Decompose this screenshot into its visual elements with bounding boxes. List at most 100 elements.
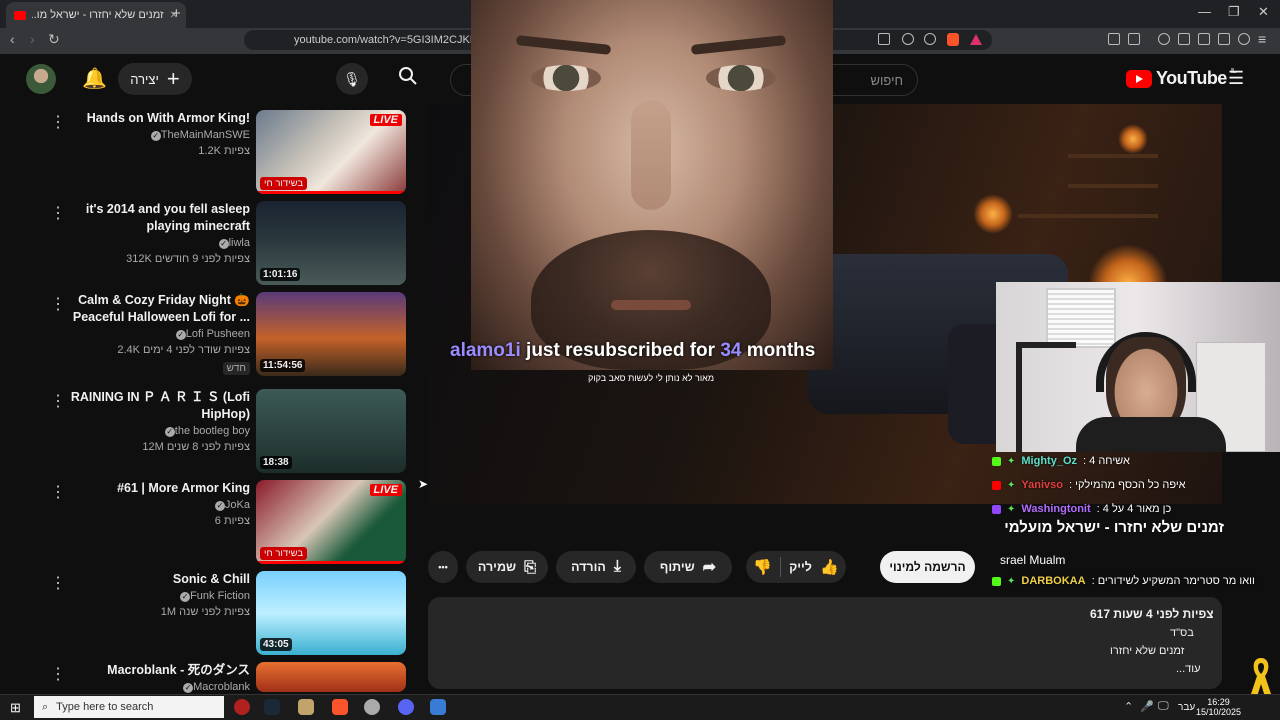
app3-icon[interactable] (430, 699, 446, 715)
more-options-icon[interactable]: ⋮ (50, 112, 66, 132)
chat-badge-icon: ✦ (1007, 479, 1016, 491)
video-title[interactable]: #61 | More Armor King (70, 480, 250, 497)
video-thumbnail[interactable]: 11:54:56 (256, 292, 406, 376)
youtube-logo[interactable]: YouTube IL (1126, 68, 1237, 89)
video-thumbnail[interactable]: בשידור חי LIVE (256, 110, 406, 194)
like-label[interactable]: לייק (789, 560, 812, 574)
video-title[interactable]: Macroblank - 死のダンス (70, 662, 250, 679)
brave-taskbar-icon[interactable] (332, 699, 348, 715)
subscribe-button[interactable]: הרשמה למינוי (880, 551, 975, 583)
network-icon[interactable]: 🖵 (1158, 700, 1169, 713)
video-thumbnail[interactable] (256, 662, 406, 692)
video-title[interactable]: RAINING IN Ｐ Ａ Ｒ Ｉ Ｓ (Lofi HipHop) (70, 389, 250, 423)
video-title[interactable]: Calm & Cozy Friday Night 🎃 Peaceful Hall… (70, 292, 250, 326)
cast-icon[interactable] (878, 33, 890, 45)
brave-rewards-icon[interactable] (970, 34, 982, 45)
chat-text: : וואו מר סטרימר המשקיע לשידורים (1091, 575, 1255, 587)
overlay-more-link[interactable]: ...עוד (1176, 663, 1201, 675)
more-options-icon[interactable]: ⋮ (50, 203, 66, 223)
channel-label[interactable]: JoKa (225, 499, 250, 511)
avatar[interactable] (26, 64, 56, 94)
chat-badge-icon: ✦ (1007, 455, 1016, 467)
more-options-icon[interactable]: ⋮ (50, 664, 66, 684)
chat-badge-icon: ✦ (1007, 503, 1016, 515)
browser-tab[interactable]: זמנים שלא יחזרו - ישראל מו... ✕ (6, 2, 186, 28)
video-thumbnail[interactable]: בשידור חי LIVE (256, 480, 406, 564)
tray-chevron-icon[interactable]: ⌃ (1124, 700, 1133, 713)
search-icon[interactable] (398, 66, 418, 92)
dislike-icon[interactable]: 👎 (753, 558, 772, 576)
like-icon[interactable]: 👍 (820, 558, 839, 576)
brave-shield-icon[interactable] (947, 33, 959, 46)
extension-icon[interactable] (1108, 33, 1120, 45)
sidebar-icon[interactable] (1178, 33, 1190, 45)
forward-icon[interactable]: › (30, 31, 35, 47)
maximize-button[interactable]: ❐ (1228, 4, 1240, 20)
tab-title: זמנים שלא יחזרו - ישראל מו... (32, 9, 164, 21)
kick-platform-icon (992, 576, 1001, 586)
guide-menu-icon[interactable]: ☰ (1228, 68, 1244, 89)
taskbar-clock[interactable]: 16:29 15/10/2025 (1196, 697, 1241, 717)
translate-icon[interactable] (902, 33, 914, 45)
app2-icon[interactable] (364, 699, 380, 715)
tray-mic-icon[interactable]: 🎤 (1140, 700, 1154, 713)
back-icon[interactable]: ‹ (10, 31, 15, 47)
resub-text-1: just resubscribed for (520, 340, 721, 361)
steam-icon[interactable] (264, 699, 280, 715)
channel-label[interactable]: Macroblank (193, 681, 250, 693)
channel-label[interactable]: Funk Fiction (190, 590, 250, 602)
youtube-platform-icon (992, 480, 1001, 490)
chat-message: ✦ Mighty_Oz : אשיחה 4 (992, 453, 1130, 469)
resub-alert: alamo1i just resubscribed for 34 months (450, 340, 870, 362)
reload-icon[interactable]: ↻ (48, 31, 60, 48)
menu-icon[interactable]: ≡ (1258, 31, 1266, 47)
resub-text-2: months (741, 340, 816, 361)
channel-label[interactable]: the bootleg boy (175, 425, 250, 437)
screenshot-icon[interactable] (1128, 33, 1140, 45)
discord-icon[interactable] (398, 699, 414, 715)
vpn-icon[interactable] (1238, 33, 1250, 45)
share-button[interactable]: שיתוף ➦ (644, 551, 732, 583)
new-tab-button[interactable]: + (172, 5, 181, 22)
resub-months: 34 (720, 340, 742, 361)
video-thumbnail[interactable]: 18:38 (256, 389, 406, 473)
taskbar-search-icon: ⌕ (42, 700, 49, 713)
channel-label[interactable]: liwla (229, 237, 250, 249)
video-title[interactable]: Hands on With Armor King! (70, 110, 250, 127)
video-thumbnail[interactable]: 1:01:16 (256, 201, 406, 285)
voice-search-icon[interactable]: 🎙 (336, 63, 368, 95)
wallet-icon[interactable] (1198, 33, 1210, 45)
video-title[interactable]: it's 2014 and you fell asleep playing mi… (70, 201, 250, 235)
leo-icon[interactable] (1218, 33, 1230, 45)
channel-label[interactable]: Lofi Pusheen (186, 328, 250, 340)
youtube-favicon-icon (14, 10, 26, 20)
download-button[interactable]: הורדה ⤓ (556, 551, 636, 583)
create-button[interactable]: יצירה + (118, 63, 192, 95)
more-options-icon[interactable]: ⋮ (50, 482, 66, 502)
video-thumbnail[interactable]: 43:05 (256, 571, 406, 655)
input-language[interactable]: עבר (1178, 702, 1195, 713)
more-options-icon[interactable]: ⋮ (50, 573, 66, 593)
windows-start-icon[interactable]: ⊞ (10, 700, 21, 716)
notifications-bell-icon[interactable]: 🔔 (82, 66, 107, 91)
obs-icon[interactable] (234, 699, 250, 715)
more-actions-button[interactable]: ••• (428, 551, 458, 583)
chat-message: ✦ DARBOKAA : וואו מר סטרימר המשקיע לשידו… (992, 573, 1255, 589)
zoom-icon[interactable] (924, 33, 936, 45)
overlay-video-title: זמנים שלא יחזרו - ישראל מועלמי (1004, 519, 1224, 536)
more-options-icon[interactable]: ⋮ (50, 294, 66, 314)
app-icon[interactable] (298, 699, 314, 715)
close-window-button[interactable]: ✕ (1258, 4, 1269, 20)
video-title[interactable]: Sonic & Chill (70, 571, 250, 588)
duration-badge: 11:54:56 (260, 359, 306, 372)
taskbar-search[interactable]: ⌕ Type here to search (34, 696, 224, 718)
music-icon[interactable] (1158, 33, 1170, 45)
recommendation-text: Calm & Cozy Friday Night 🎃 Peaceful Hall… (70, 292, 250, 376)
more-options-icon[interactable]: ⋮ (50, 391, 66, 411)
overlay-view-count: 617 צפיות לפני 4 שעות (1090, 607, 1214, 621)
save-button[interactable]: שמירה ⎘ (466, 551, 548, 583)
minimize-button[interactable]: — (1198, 4, 1211, 19)
channel-label[interactable]: TheMainManSWE (161, 129, 250, 141)
new-badge: חדש (222, 362, 250, 375)
streamer-cam (996, 282, 1280, 452)
